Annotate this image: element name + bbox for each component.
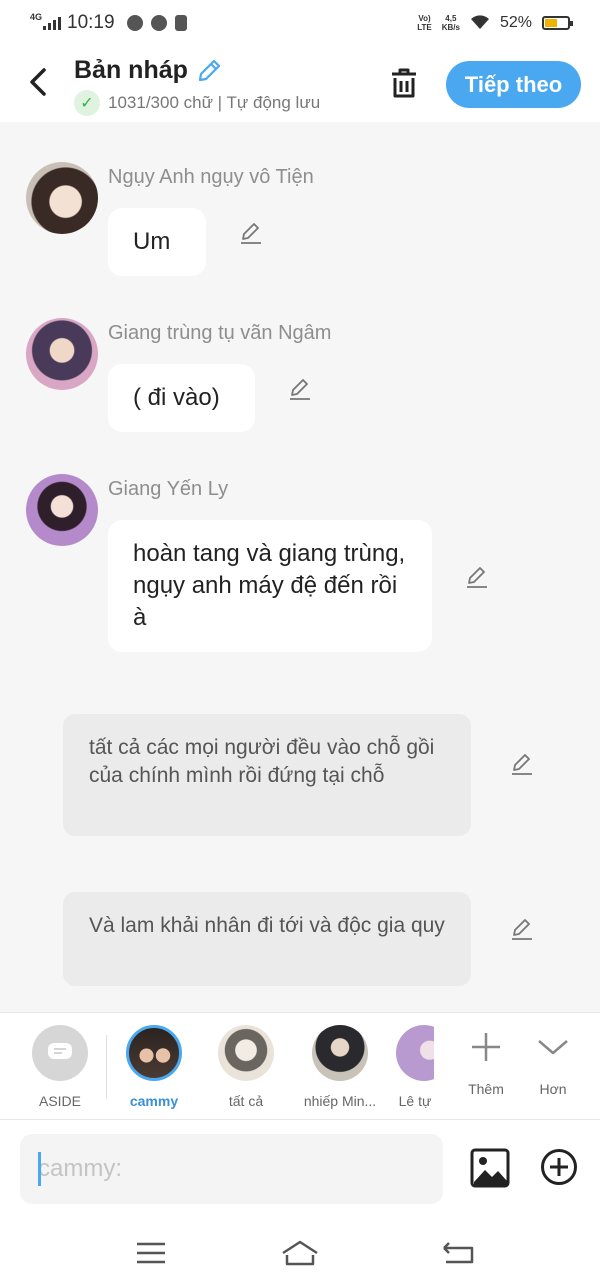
edit-message-icon[interactable] <box>509 916 535 942</box>
edit-message-icon[interactable] <box>238 220 264 246</box>
home-icon[interactable] <box>280 1238 320 1268</box>
avatar <box>218 1025 274 1081</box>
avatar <box>396 1025 434 1081</box>
character-label: nhiếp Min... <box>303 1093 377 1109</box>
avatar-nguy-anh[interactable] <box>26 162 98 234</box>
signal-icon <box>43 16 62 30</box>
character-aside[interactable]: ASIDE <box>28 1025 92 1109</box>
messenger-icon <box>150 15 167 31</box>
avatar <box>126 1025 182 1081</box>
character-label: Lê tự <box>398 1093 432 1109</box>
aside-message[interactable]: Và lam khải nhân đi tới và độc gia quy <box>63 892 471 986</box>
trash-icon[interactable] <box>388 66 420 100</box>
divider <box>106 1035 107 1099</box>
chat-area: Ngụy Anh ngụy vô Tiện Um Giang trùng tụ … <box>0 122 600 1012</box>
wifi-icon <box>470 15 489 29</box>
battery-percent: 52% <box>499 14 532 31</box>
add-label: Thêm <box>468 1081 504 1097</box>
clock: 10:19 <box>67 12 115 33</box>
menu-icon[interactable] <box>131 1238 171 1268</box>
composer <box>0 1120 600 1216</box>
character-name: Giang Yến Ly <box>108 478 229 500</box>
message-bubble[interactable]: hoàn tang và giang trùng, ngụy anh máy đ… <box>108 520 432 652</box>
avatar-giang-trung[interactable] <box>26 318 98 390</box>
avatar <box>312 1025 368 1081</box>
more-label: Hơn <box>539 1081 567 1097</box>
message-input[interactable] <box>20 1134 443 1204</box>
saved-check-icon: ✓ <box>74 90 100 116</box>
character-label: cammy <box>129 1093 179 1109</box>
back-arrow-icon[interactable] <box>26 66 50 98</box>
message-bubble[interactable]: ( đi vào) <box>108 364 255 432</box>
edit-message-icon[interactable] <box>287 376 313 402</box>
page-title: Bản nháp <box>74 56 188 84</box>
character-name: Ngụy Anh ngụy vô Tiện <box>108 166 314 188</box>
message-bubble[interactable]: Um <box>108 208 206 276</box>
character-le-tu[interactable]: Lê tự <box>396 1025 434 1109</box>
chrome-icon <box>126 15 143 31</box>
text-caret <box>38 1152 41 1186</box>
word-count-status: 1031/300 chữ | Tự động lưu <box>108 93 321 112</box>
add-character-button[interactable]: Thêm <box>462 1029 510 1097</box>
character-nhiep-minh[interactable]: nhiếp Min... <box>298 1025 382 1109</box>
character-tat-ca[interactable]: tất cả <box>214 1025 278 1109</box>
network-speed: 4,5 KB/s <box>441 14 460 32</box>
tiktok-icon <box>174 15 187 31</box>
aside-message[interactable]: tất cả các mọi người đều vào chỗ gồi của… <box>63 714 471 836</box>
aside-icon <box>32 1025 88 1081</box>
next-button[interactable]: Tiếp theo <box>446 61 581 108</box>
back-icon[interactable] <box>438 1238 478 1268</box>
edit-message-icon[interactable] <box>509 751 535 777</box>
image-icon[interactable] <box>470 1148 510 1188</box>
character-cammy[interactable]: cammy <box>122 1025 186 1109</box>
avatar-giang-yen-ly[interactable] <box>26 474 98 546</box>
battery-icon <box>542 16 573 30</box>
volte-indicator: Vo) LTE <box>417 14 432 32</box>
character-selector: ASIDE cammy tất cả nhiếp Min... Lê tự Th… <box>0 1012 600 1120</box>
more-characters-button[interactable]: Hơn <box>530 1029 576 1097</box>
chevron-down-icon <box>538 1040 568 1055</box>
header: Bản nháp ✓ 1031/300 chữ | Tự động lưu Ti… <box>0 46 600 122</box>
character-label: tất cả <box>228 1093 264 1109</box>
edit-message-icon[interactable] <box>464 564 490 590</box>
network-type: 4G <box>30 12 43 22</box>
system-nav-bar <box>0 1216 600 1287</box>
plus-icon <box>472 1033 500 1061</box>
add-circle-icon[interactable] <box>540 1148 578 1186</box>
status-bar: 4G 10:19 Vo) LTE 4,5 KB/s 52% <box>0 0 600 46</box>
battery-fill <box>545 19 558 27</box>
edit-title-icon[interactable] <box>196 58 222 84</box>
character-name: Giang trùng tụ vãn Ngâm <box>108 322 332 344</box>
character-label: ASIDE <box>38 1093 81 1109</box>
